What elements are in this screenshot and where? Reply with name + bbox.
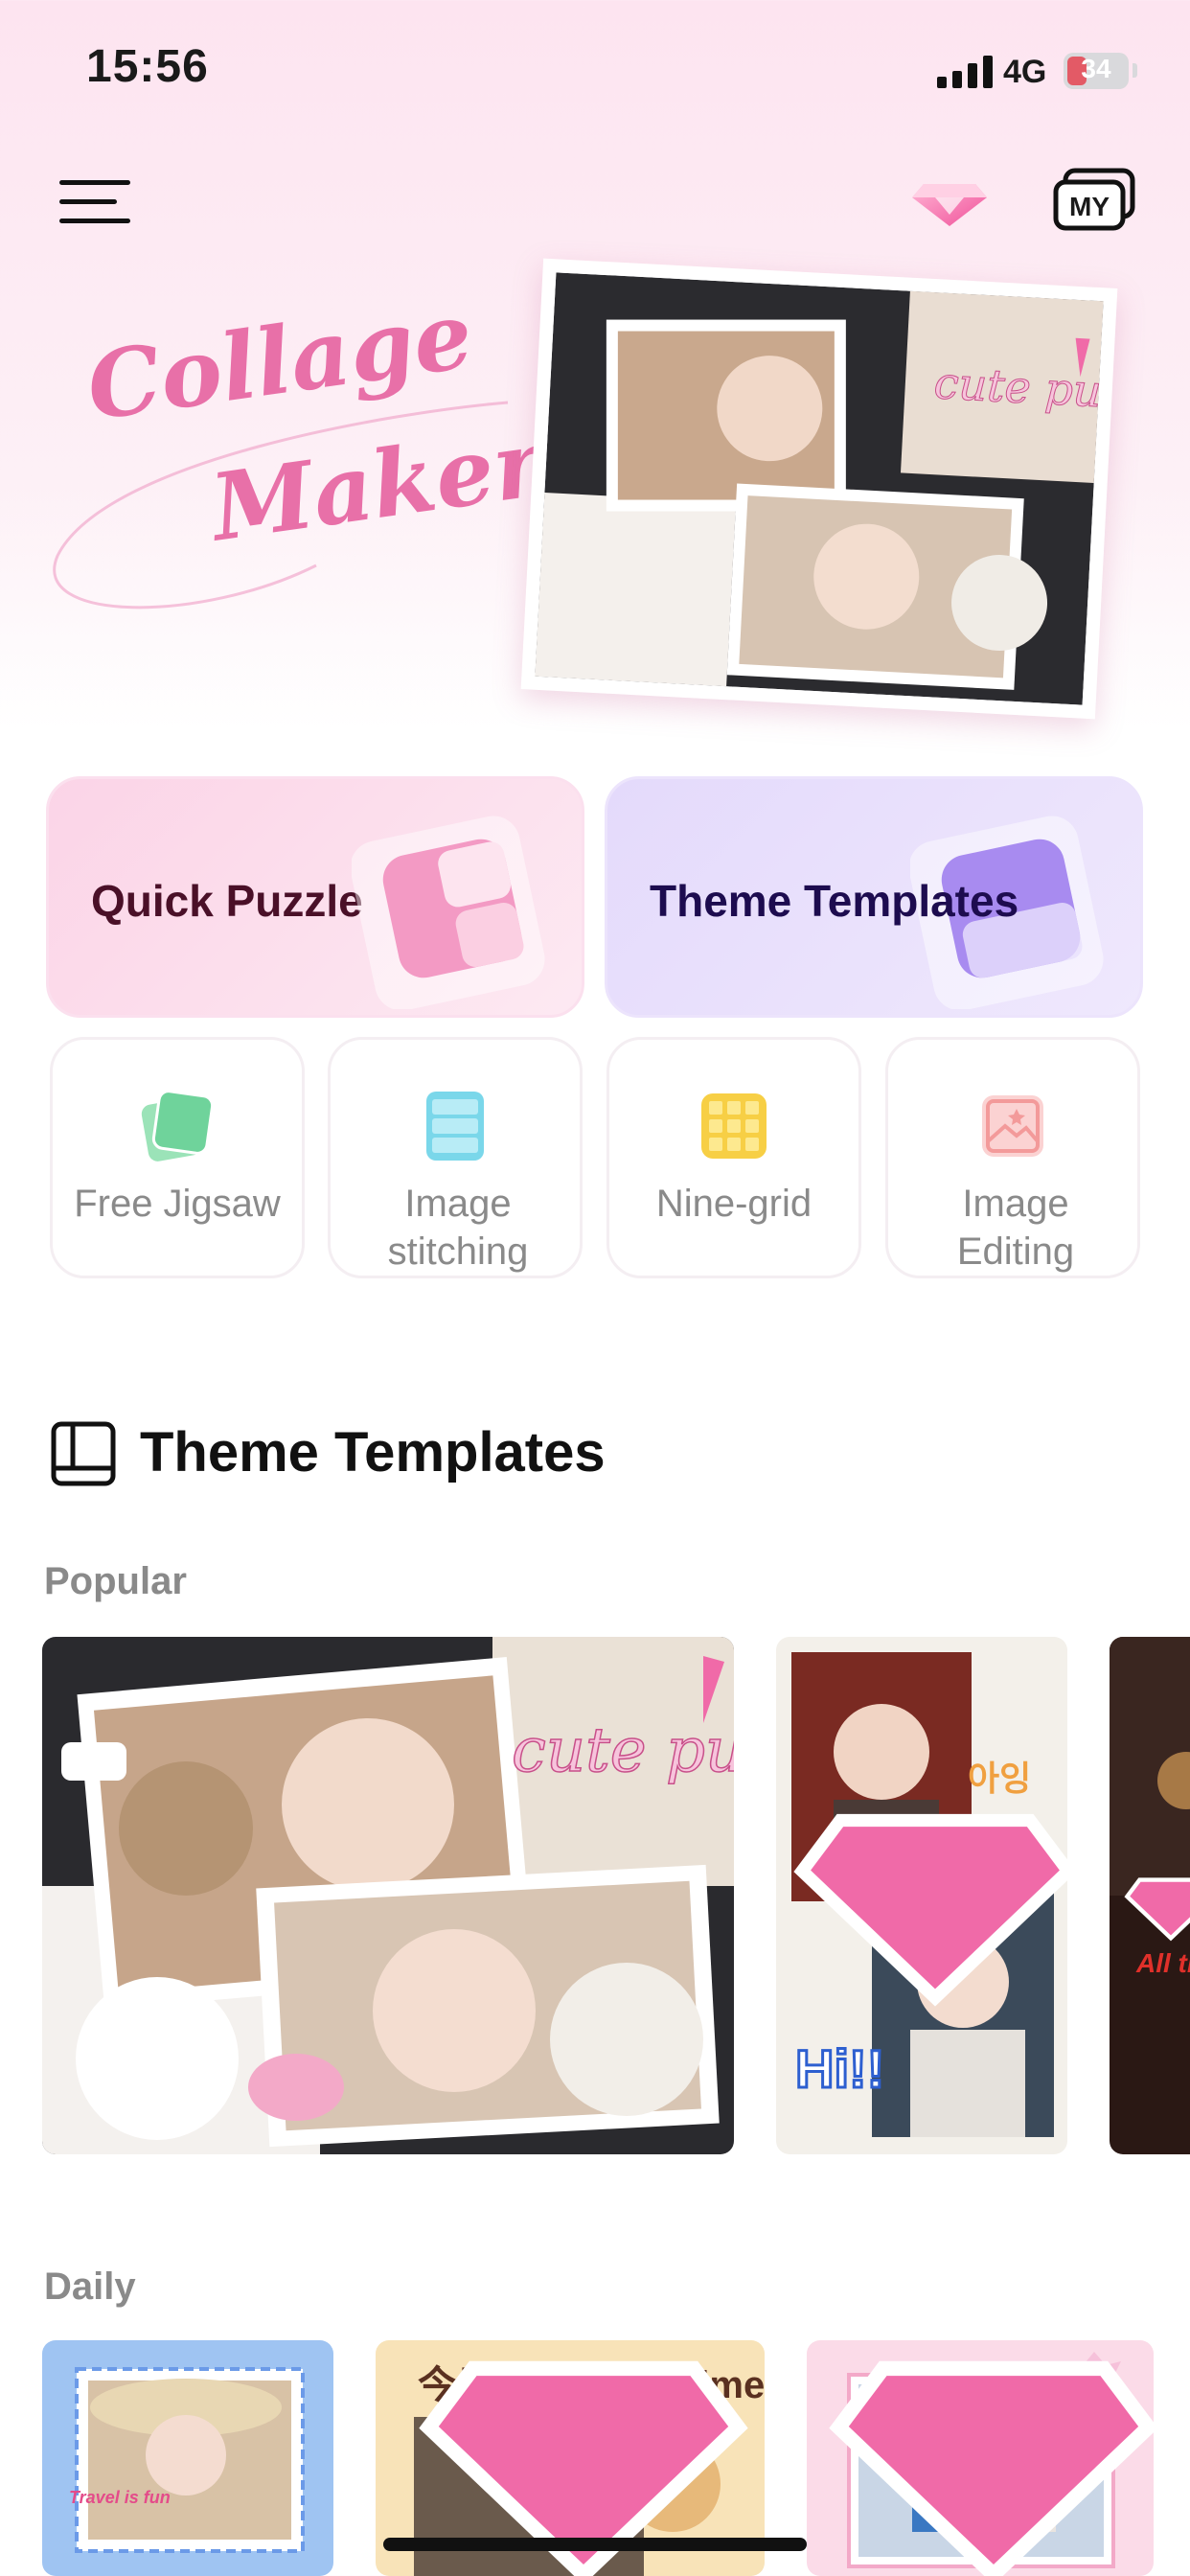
battery-tip bbox=[1133, 63, 1137, 78]
theme-templates-card[interactable]: Theme Templates bbox=[605, 776, 1143, 1018]
image-editing-icon bbox=[982, 1095, 1043, 1157]
hero-collage-card: cute puppy bbox=[520, 258, 1185, 720]
my-profile-button[interactable]: MY bbox=[1052, 167, 1136, 234]
daily-label: Daily bbox=[44, 2266, 136, 2308]
vip-diamond-icon bbox=[793, 1813, 1067, 2007]
template-tile-travel[interactable]: Travel is fun bbox=[42, 2340, 333, 2576]
battery-level: 34 bbox=[1081, 54, 1111, 83]
tile-caption: Travel is fun bbox=[69, 2488, 171, 2507]
hero-title-line2: Maker bbox=[204, 408, 549, 563]
home-indicator[interactable] bbox=[383, 2538, 807, 2551]
battery-icon: 34 bbox=[1064, 53, 1129, 89]
free-jigsaw-icon bbox=[141, 1090, 215, 1162]
hero-title-line1: Collage bbox=[80, 280, 479, 442]
image-editing-button[interactable]: Image Editing bbox=[885, 1037, 1140, 1278]
theme-templates-label: Theme Templates bbox=[650, 876, 1019, 926]
image-stitching-label: Image stitching bbox=[387, 1183, 529, 1273]
puzzle-card-icon bbox=[352, 816, 545, 1009]
nine-grid-button[interactable]: Nine-grid bbox=[606, 1037, 861, 1278]
popular-label: Popular bbox=[44, 1560, 187, 1602]
nine-grid-label: Nine-grid bbox=[655, 1183, 812, 1225]
nine-grid-icon bbox=[701, 1093, 767, 1159]
layout-icon bbox=[51, 1421, 116, 1486]
hamburger-menu-icon[interactable] bbox=[59, 176, 130, 224]
free-jigsaw-button[interactable]: Free Jigsaw bbox=[50, 1037, 305, 1278]
hero-collage-image: cute puppy bbox=[535, 272, 1185, 705]
diamond-vip-icon[interactable] bbox=[906, 167, 993, 234]
vip-diamond-icon bbox=[1124, 1877, 1190, 1942]
template-thumbnail: cute puppy bbox=[42, 1637, 734, 2154]
free-jigsaw-label: Free Jigsaw bbox=[74, 1183, 281, 1225]
status-bar: 15:56 4G 34 bbox=[0, 0, 1190, 144]
image-editing-label: Image Editing bbox=[956, 1183, 1075, 1273]
template-tile-hi[interactable]: Hi!! 아잉 bbox=[776, 1637, 1067, 2154]
template-tile-cute-puppy[interactable]: cute puppy bbox=[42, 1637, 734, 2154]
quick-puzzle-card[interactable]: Quick Puzzle bbox=[46, 776, 584, 1018]
network-type: 4G bbox=[1003, 54, 1047, 90]
status-time: 15:56 bbox=[86, 41, 209, 92]
template-thumbnail: Travel is fun bbox=[42, 2340, 333, 2576]
section-title: Theme Templates bbox=[140, 1421, 606, 1484]
vip-diamond-icon bbox=[829, 2360, 1154, 2576]
tile-caption: cute puppy bbox=[512, 1715, 734, 1786]
image-stitching-button[interactable]: Image stitching bbox=[328, 1037, 583, 1278]
template-tile-all-the-best[interactable]: All the best bbox=[1110, 1637, 1190, 2154]
quick-puzzle-label: Quick Puzzle bbox=[91, 876, 363, 926]
image-stitching-icon bbox=[426, 1092, 484, 1161]
template-tile-winter[interactable] bbox=[807, 2340, 1154, 2576]
cellular-signal-icon bbox=[937, 56, 993, 88]
my-label: MY bbox=[1069, 192, 1110, 221]
hero-title: Collage Maker bbox=[80, 280, 549, 594]
